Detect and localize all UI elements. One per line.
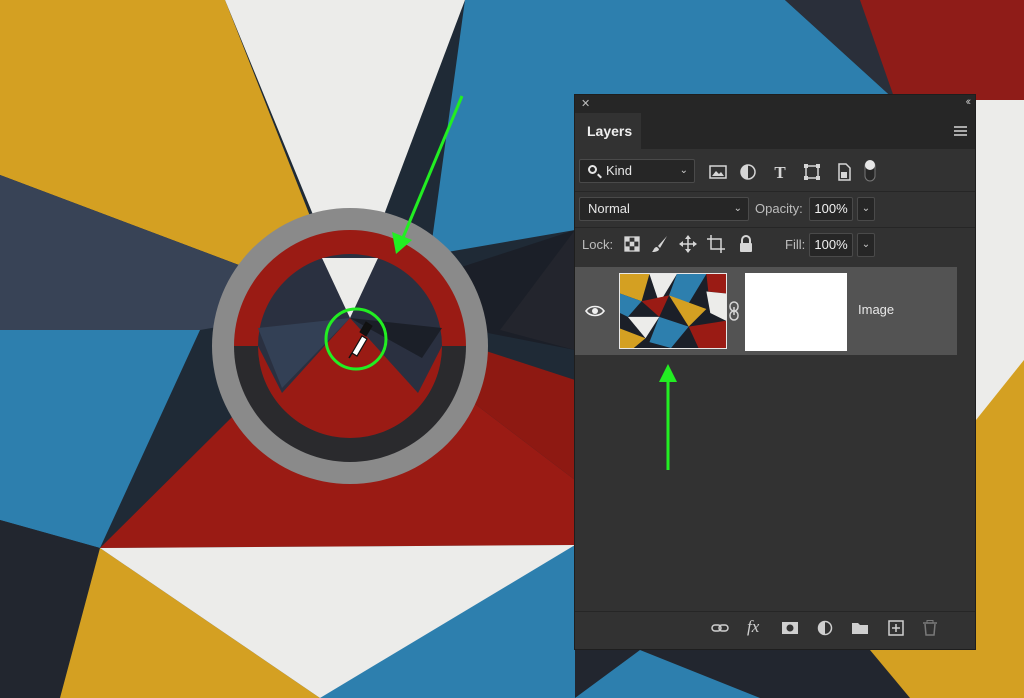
fx-icon[interactable]: fx xyxy=(747,617,765,636)
lock-position-icon[interactable] xyxy=(679,235,697,253)
blend-mode-value: Normal xyxy=(588,201,630,216)
type-filter-icon[interactable]: T xyxy=(771,163,789,181)
panel-titlebar: ✕ ‹‹ xyxy=(575,95,975,113)
chevron-down-icon: ⌄ xyxy=(733,203,742,214)
adjustment-layer-icon[interactable] xyxy=(817,620,835,636)
collapse-icon[interactable]: ‹‹ xyxy=(966,96,972,108)
group-folder-icon[interactable] xyxy=(851,620,869,636)
smart-object-filter-icon[interactable] xyxy=(835,163,853,181)
layer-name[interactable]: Image xyxy=(858,302,894,317)
trash-icon[interactable] xyxy=(921,620,939,636)
blend-row: Normal ⌄ Opacity: 100% ⌄ xyxy=(575,197,975,221)
tab-layers[interactable]: Layers xyxy=(575,113,641,149)
fill-dropdown-button[interactable]: ⌄ xyxy=(857,233,875,257)
layer-row-image[interactable]: Image xyxy=(575,267,957,355)
link-layers-icon[interactable] xyxy=(711,620,729,636)
opacity-input[interactable]: 100% xyxy=(809,197,853,221)
opacity-label: Opacity: xyxy=(755,201,803,216)
search-icon xyxy=(588,165,597,174)
eyedropper-sampler-ring xyxy=(212,208,488,484)
close-icon[interactable]: ✕ xyxy=(581,97,590,110)
layers-panel: ✕ ‹‹ Layers Kind ⌄ T Normal ⌄ Opacity: 1… xyxy=(574,94,976,650)
lock-row: Lock: Fill: 100% ⌄ xyxy=(575,233,975,257)
image-filter-icon[interactable] xyxy=(709,163,727,181)
chevron-down-icon: ⌄ xyxy=(679,165,688,176)
layer-thumbnail[interactable] xyxy=(619,273,727,349)
lock-transparent-pixels-icon[interactable] xyxy=(623,235,641,253)
fill-input[interactable]: 100% xyxy=(809,233,853,257)
shape-filter-icon[interactable] xyxy=(803,163,821,181)
filter-toggle-icon[interactable] xyxy=(863,157,877,183)
lock-image-pixels-icon[interactable] xyxy=(651,235,669,253)
layer-mask-thumbnail[interactable] xyxy=(745,273,847,351)
add-mask-icon[interactable] xyxy=(781,620,799,636)
lock-label: Lock: xyxy=(582,237,614,252)
filter-kind-select[interactable]: Kind ⌄ xyxy=(579,159,695,183)
link-mask-icon[interactable] xyxy=(727,301,741,321)
panel-bottom-bar: fx xyxy=(575,611,975,641)
opacity-dropdown-button[interactable]: ⌄ xyxy=(857,197,875,221)
filter-row: Kind ⌄ T xyxy=(575,159,975,187)
adjustment-filter-icon[interactable] xyxy=(739,163,757,181)
new-layer-icon[interactable] xyxy=(887,620,905,636)
panel-menu-icon[interactable] xyxy=(954,126,967,136)
svg-text:T: T xyxy=(774,163,786,181)
lock-artboard-icon[interactable] xyxy=(707,235,725,253)
visibility-eye-icon[interactable] xyxy=(585,303,605,319)
lock-all-icon[interactable] xyxy=(737,235,755,253)
filter-kind-value: Kind xyxy=(606,163,633,178)
panel-tab-row: Layers xyxy=(575,113,975,149)
fill-label: Fill: xyxy=(785,237,806,252)
blend-mode-select[interactable]: Normal ⌄ xyxy=(579,197,749,221)
